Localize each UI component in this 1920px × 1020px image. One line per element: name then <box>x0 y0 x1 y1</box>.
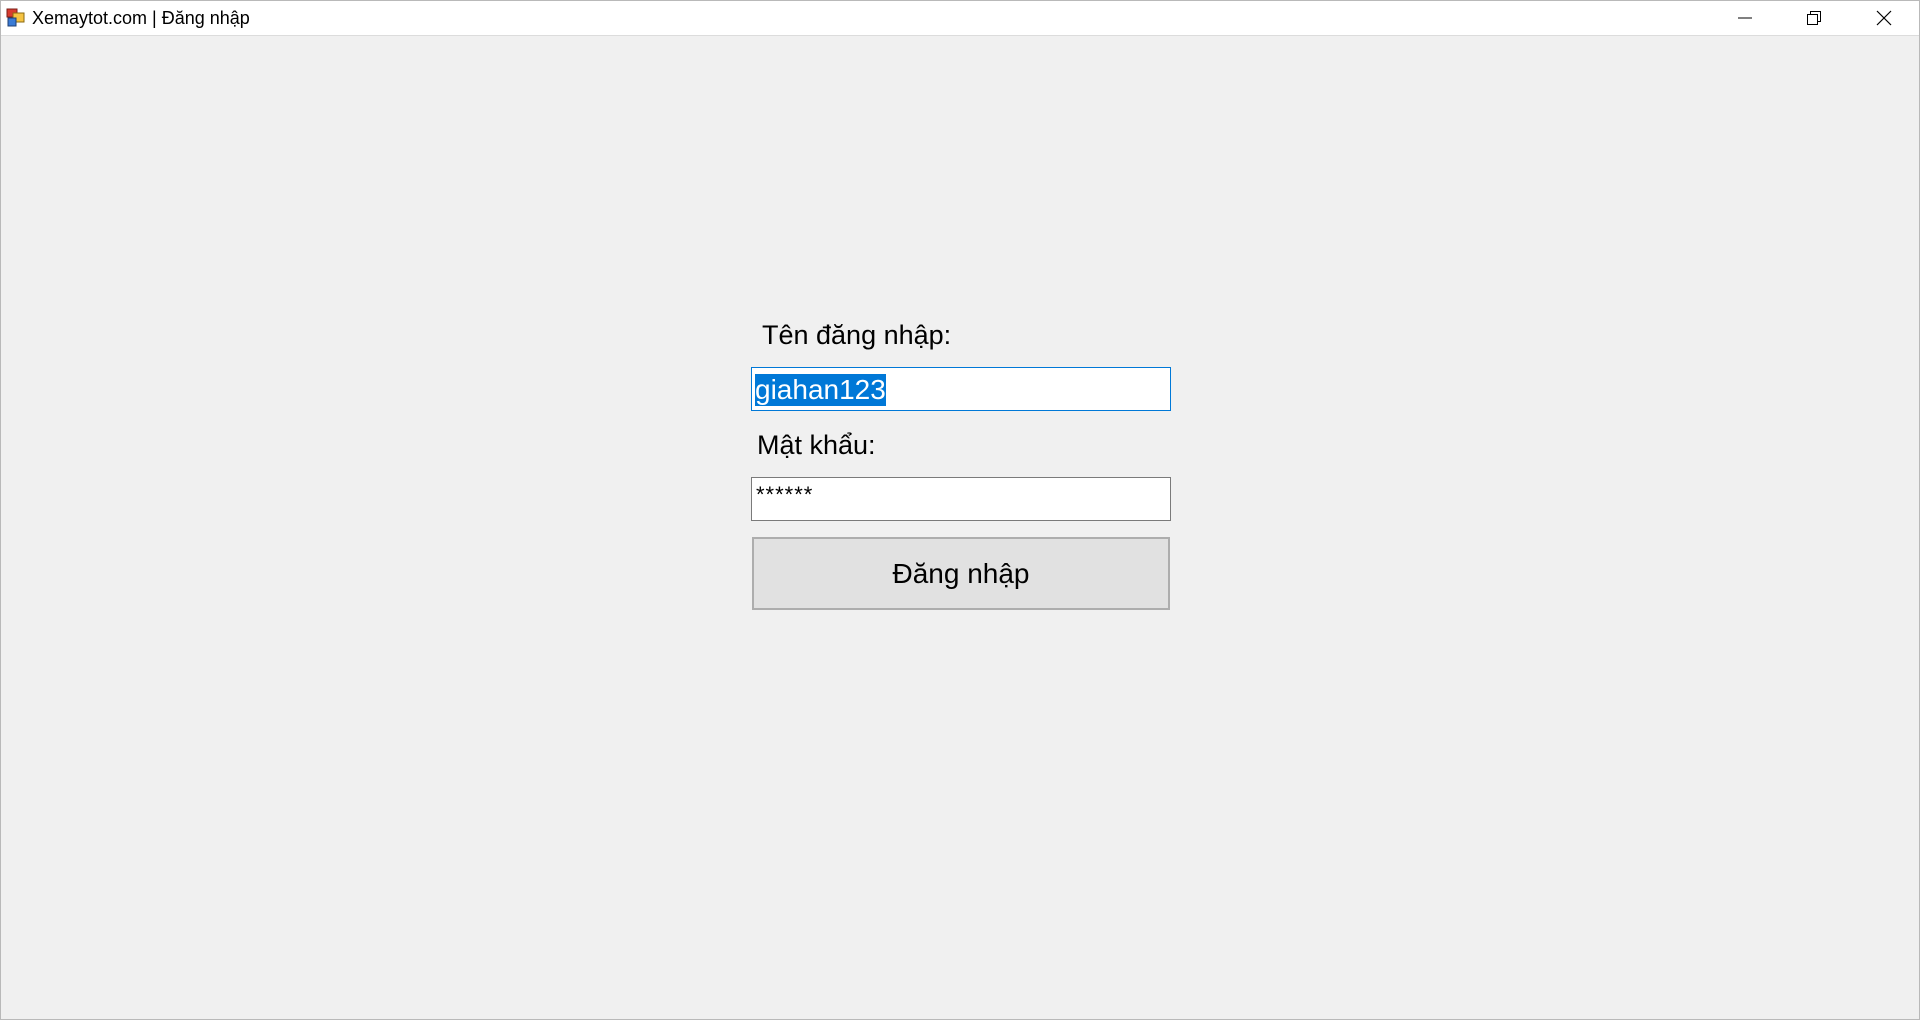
password-value: ****** <box>756 482 814 507</box>
restore-button[interactable] <box>1779 1 1848 35</box>
title-bar[interactable]: Xemaytot.com | Đăng nhập <box>1 1 1919 36</box>
minimize-button[interactable] <box>1710 1 1779 35</box>
close-icon <box>1876 10 1892 26</box>
window-title: Xemaytot.com | Đăng nhập <box>32 8 250 28</box>
minimize-icon <box>1737 10 1753 26</box>
password-input[interactable]: ****** <box>751 477 1171 521</box>
close-button[interactable] <box>1849 1 1918 35</box>
username-value: giahan123 <box>755 374 886 406</box>
login-window: Xemaytot.com | Đăng nhập Tên đăng nhập: … <box>0 0 1920 1020</box>
username-label: Tên đăng nhập: <box>762 320 952 350</box>
username-input[interactable]: giahan123 <box>751 367 1171 411</box>
restore-icon <box>1806 10 1822 26</box>
form-client-area: Tên đăng nhập: giahan123 Mật khẩu: *****… <box>1 36 1919 1019</box>
password-label: Mật khẩu: <box>757 430 876 460</box>
form-app-icon <box>6 8 25 27</box>
login-button[interactable]: Đăng nhập <box>752 537 1170 610</box>
